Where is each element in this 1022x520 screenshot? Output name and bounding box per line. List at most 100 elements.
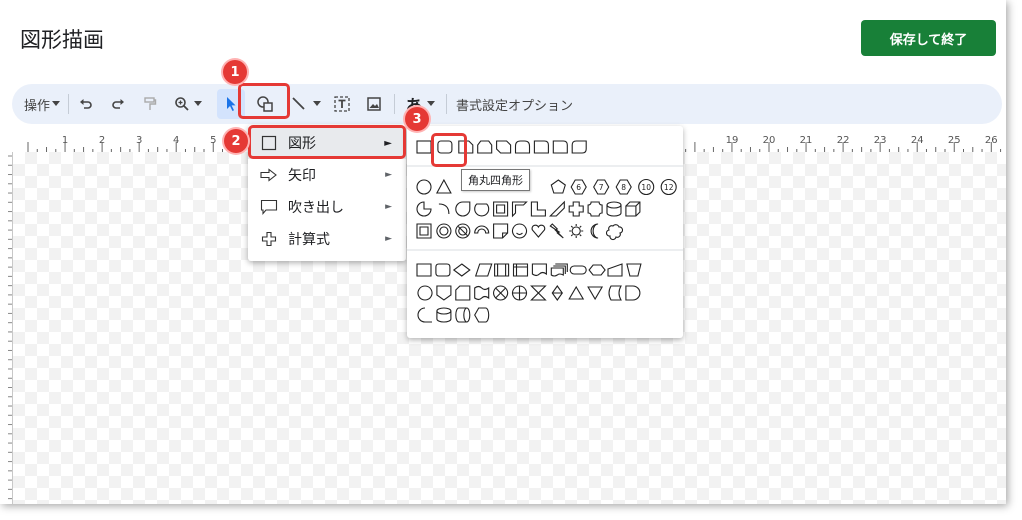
ruler-label: 4 xyxy=(173,135,179,146)
flowchart-direct-access[interactable] xyxy=(455,307,471,323)
shape-cross[interactable] xyxy=(568,201,584,217)
flowchart-manual-operation[interactable] xyxy=(626,263,642,277)
ruler-label: 25 xyxy=(948,135,961,146)
flowchart-decision[interactable] xyxy=(452,263,471,277)
shape-number-label: 10 xyxy=(641,183,651,192)
menu-item-callouts[interactable]: 吹き出し ► xyxy=(248,191,406,223)
flowchart-stored-data[interactable] xyxy=(608,285,622,301)
caret-down-icon xyxy=(313,101,321,106)
flowchart-or[interactable] xyxy=(511,285,528,301)
shape-no-symbol[interactable] xyxy=(455,223,471,239)
flowchart-internal-storage[interactable] xyxy=(512,263,529,277)
shape-pie[interactable] xyxy=(416,201,432,217)
shape-teardrop[interactable] xyxy=(455,201,471,217)
zoom-button[interactable] xyxy=(170,84,206,124)
shape-polygon-10[interactable]: 10 xyxy=(638,178,655,196)
shape-moon[interactable] xyxy=(590,223,599,239)
flowchart-sort[interactable] xyxy=(551,285,563,301)
shape-rectangle[interactable] xyxy=(416,140,432,154)
flowchart-connector[interactable] xyxy=(417,285,433,301)
ruler-label: 19 xyxy=(726,135,739,146)
shape-donut[interactable] xyxy=(436,223,452,239)
flowchart-magnetic-disk[interactable] xyxy=(436,307,452,323)
flowchart-summing-junction[interactable] xyxy=(493,285,509,301)
actions-label: 操作 xyxy=(23,98,50,114)
flowchart-merge[interactable] xyxy=(587,286,604,301)
toolbar: 操作 書式設定オプション xyxy=(12,84,1002,124)
shape-lightning[interactable] xyxy=(549,223,564,239)
flowchart-delay[interactable] xyxy=(625,285,641,301)
flowchart-card[interactable] xyxy=(455,285,471,301)
flowchart-display[interactable] xyxy=(474,307,490,323)
vertical-ruler-ticks xyxy=(8,155,12,500)
image-button[interactable] xyxy=(362,84,386,124)
shape-round-single[interactable] xyxy=(533,140,549,154)
flowchart-multidocument[interactable] xyxy=(550,263,568,277)
shape-round-same-side[interactable] xyxy=(514,140,531,154)
shape-l-shape[interactable] xyxy=(530,201,546,217)
plus-icon xyxy=(261,231,277,247)
shape-polygon-8[interactable]: 8 xyxy=(615,179,632,195)
annotation-badge-2: 2 xyxy=(224,129,248,153)
shape-round-diagonal[interactable] xyxy=(552,140,568,154)
shape-arc[interactable] xyxy=(438,203,450,215)
flowchart-document[interactable] xyxy=(531,263,547,277)
flowchart-extract[interactable] xyxy=(568,285,585,300)
flowchart-offpage-connector[interactable] xyxy=(436,285,452,301)
submenu-arrow-icon: ► xyxy=(385,170,392,180)
shape-sun[interactable] xyxy=(569,224,584,238)
menu-item-arrows[interactable]: 矢印 ► xyxy=(248,159,406,191)
undo-button[interactable] xyxy=(74,84,98,124)
submenu-arrow-icon: ► xyxy=(385,202,392,212)
menu-item-equations[interactable]: 計算式 ► xyxy=(248,223,406,255)
redo-icon xyxy=(112,99,124,109)
shape-triangle[interactable] xyxy=(435,178,452,194)
annotation-box-shape-tool xyxy=(238,83,290,119)
shape-pentagon[interactable] xyxy=(550,179,566,194)
ruler-label: 1 xyxy=(62,135,68,146)
shape-smiley[interactable] xyxy=(511,223,528,239)
shape-frame[interactable] xyxy=(493,201,509,217)
format-options-button[interactable]: 書式設定オプション xyxy=(456,84,586,124)
paint-format-button[interactable] xyxy=(138,84,162,124)
shape-can[interactable] xyxy=(606,201,622,217)
shape-heart[interactable] xyxy=(531,224,546,238)
shape-bevel[interactable] xyxy=(416,223,432,239)
shape-cloud[interactable] xyxy=(605,224,624,241)
flowchart-punched-tape[interactable] xyxy=(474,285,490,301)
shape-chord[interactable] xyxy=(474,203,490,217)
shape-plaque[interactable] xyxy=(587,201,603,217)
shape-folded-corner[interactable] xyxy=(493,223,509,239)
textbox-button[interactable] xyxy=(330,84,354,124)
shape-polygon-7[interactable]: 7 xyxy=(593,179,610,195)
save-and-close-button[interactable]: 保存して終了 xyxy=(861,20,996,56)
shape-diagonal-stripe[interactable] xyxy=(548,200,565,217)
flowchart-data[interactable] xyxy=(474,263,493,277)
flowchart-process[interactable] xyxy=(416,263,432,277)
flowchart-sequential-access[interactable] xyxy=(417,307,432,323)
flowchart-manual-input[interactable] xyxy=(607,263,623,277)
shape-polygon-6[interactable]: 6 xyxy=(570,179,587,195)
shape-block-arc[interactable] xyxy=(474,225,490,234)
line-tool-button[interactable] xyxy=(288,84,324,124)
shape-oval[interactable] xyxy=(416,179,432,195)
page-title: 図形描画 xyxy=(20,28,104,52)
ruler-label: 5 xyxy=(210,135,216,146)
flowchart-preparation[interactable] xyxy=(588,264,606,276)
caret-down-icon xyxy=(194,101,202,106)
tooltip-rounded-rectangle: 角丸四角形 xyxy=(461,169,530,191)
actions-menu-button[interactable]: 操作 xyxy=(22,84,62,124)
flowchart-collate[interactable] xyxy=(530,285,547,301)
shape-snip-diagonal[interactable] xyxy=(496,140,512,154)
line-icon xyxy=(292,97,305,110)
shape-snip-round[interactable] xyxy=(571,140,587,154)
shape-half-frame[interactable] xyxy=(511,201,528,218)
flowchart-alternate-process[interactable] xyxy=(435,263,451,277)
flowchart-predefined[interactable] xyxy=(494,263,510,277)
shape-polygon-12[interactable]: 12 xyxy=(660,178,677,196)
shape-number-label: 7 xyxy=(599,183,604,192)
redo-button[interactable] xyxy=(106,84,130,124)
shape-snip-same-side[interactable] xyxy=(477,140,493,154)
flowchart-terminator[interactable] xyxy=(569,265,587,275)
shape-cube[interactable] xyxy=(625,201,641,217)
